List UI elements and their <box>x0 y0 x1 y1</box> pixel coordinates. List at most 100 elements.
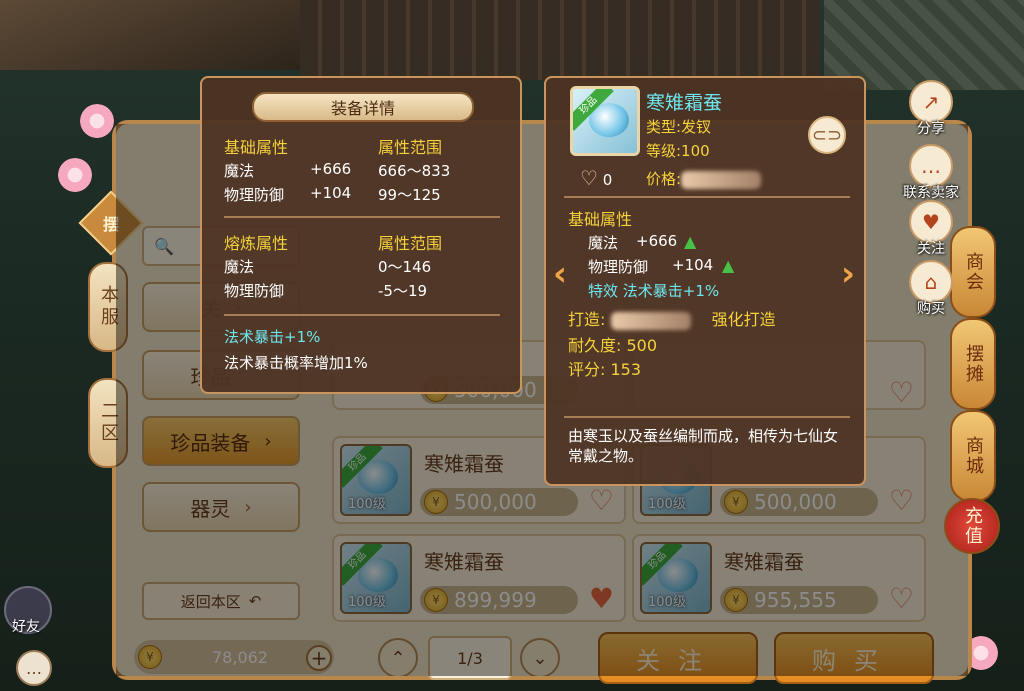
tab-stall[interactable]: 摆摊 <box>950 318 996 410</box>
back-to-zone-button[interactable]: 返回本区 ↶ <box>142 582 300 620</box>
add-currency-button[interactable]: + <box>306 645 332 671</box>
attr-name: 物理防御 <box>224 186 285 204</box>
tab-recharge[interactable]: 充值 <box>944 498 1000 554</box>
chevron-right-icon: › <box>244 496 252 518</box>
forge-row: 打造: 强化打造 <box>568 310 776 330</box>
chevron-right-icon: › <box>840 254 855 294</box>
follow-float-button[interactable]: ♥ 关注 <box>906 200 956 258</box>
chevron-left-icon: ‹ <box>552 254 567 294</box>
page-down-button[interactable]: ⌄ <box>520 638 560 678</box>
base-attr-header: 基础属性 <box>568 210 633 229</box>
buy-button[interactable]: 购买 <box>774 632 934 684</box>
listing-price: ¥ 500,000 <box>420 488 578 516</box>
item-name: 寒雉霜蚕 <box>724 550 804 574</box>
divider <box>224 216 500 218</box>
attr-value: +666 <box>310 160 352 178</box>
item-name: 寒雉霜蚕 <box>646 92 723 114</box>
chevron-down-icon: ⌄ <box>532 647 548 669</box>
attr-range: 0～146 <box>378 258 432 276</box>
blossom-decoration <box>58 158 92 192</box>
coin-icon: ¥ <box>724 490 748 514</box>
blossom-decoration <box>80 104 114 138</box>
heart-icon[interactable]: ♡ <box>889 582 914 615</box>
attr-range: 99～125 <box>378 186 441 204</box>
category-treasure-equipment[interactable]: 珍品装备 › <box>142 416 300 466</box>
listing-price: ¥ 899,999 <box>420 586 578 614</box>
attr-name: 物理防御 <box>588 258 649 276</box>
item-name: 寒雉霜蚕 <box>424 452 504 476</box>
back-label: 返回本区 <box>180 592 241 611</box>
equipment-detail-tooltip: 装备详情 基础属性 属性范围 魔法 +666 666～833 物理防御 +104… <box>200 76 522 394</box>
listing-price: ¥ 955,555 <box>720 586 878 614</box>
coin-icon: ¥ <box>424 490 448 514</box>
blurred-value <box>610 311 691 330</box>
attr-name: 物理防御 <box>224 282 285 300</box>
item-level: 100级 <box>348 595 386 610</box>
attr-name: 魔法 <box>224 258 255 276</box>
heart-icon[interactable]: ♥ <box>589 582 614 615</box>
page-indicator: 1/3 <box>428 636 512 680</box>
item-level: 等级:100 <box>646 142 710 160</box>
divider <box>564 416 850 418</box>
heart-icon: ♡ <box>580 166 598 190</box>
category-label: 器灵 <box>190 496 231 521</box>
listing-card[interactable]: 珍品 100级 寒雉霜蚕 ¥ 955,555 ♡ <box>632 534 926 622</box>
listing-card[interactable]: 珍品 100级 寒雉霜蚕 ¥ 899,999 ♥ <box>332 534 626 622</box>
arrow-up-icon: ▲ <box>684 232 697 251</box>
coin-icon: ¥ <box>138 645 162 669</box>
page-up-button[interactable]: ⌃ <box>378 638 418 678</box>
item-level: 100级 <box>648 497 686 512</box>
durability: 耐久度: 500 <box>568 336 658 355</box>
building-scenery <box>300 0 820 80</box>
heart-icon[interactable]: ♡ <box>889 484 914 517</box>
item-tooltip: 珍品 寒雉霜蚕 类型:发钗 等级:100 ♡ 0 价格: ⊂⊃ 基础属性 魔法 … <box>544 76 866 486</box>
attr-range: 666～833 <box>378 162 451 180</box>
item-price: 价格: <box>646 168 762 189</box>
like-count[interactable]: ♡ 0 <box>580 166 612 190</box>
base-attr-header: 基础属性 <box>224 138 289 157</box>
listing-price: ¥ 500,000 <box>720 488 878 516</box>
category-spirit[interactable]: 器灵 › <box>142 482 300 532</box>
buy-float-button[interactable]: ⌂ 购买 <box>906 260 956 318</box>
roof-scenery <box>0 0 300 70</box>
range-header: 属性范围 <box>378 138 443 157</box>
share-button[interactable]: ↗ 分享 <box>906 80 956 138</box>
range-header: 属性范围 <box>378 234 443 253</box>
chat-button[interactable]: … <box>16 650 52 686</box>
arrow-up-icon: ▲ <box>722 256 735 275</box>
coin-icon: ¥ <box>424 588 448 612</box>
contact-seller-button[interactable]: … 联系卖家 <box>903 144 959 202</box>
attr-value: +666 <box>636 232 678 250</box>
chat-bubble-icon: … <box>26 658 42 678</box>
tab-server[interactable]: 本服 <box>88 262 128 352</box>
item-name: 寒雉霜蚕 <box>424 550 504 574</box>
tooltip-title: 装备详情 <box>252 92 474 122</box>
friends-label: 好友 <box>12 619 40 635</box>
follow-button[interactable]: 关注 <box>598 632 758 684</box>
return-arrow-icon: ↶ <box>248 592 262 610</box>
next-item-arrow[interactable]: › <box>836 254 860 294</box>
attr-name: 魔法 <box>224 162 255 180</box>
heart-icon[interactable]: ♡ <box>589 484 614 517</box>
item-description: 由寒玉以及蚕丝编制而成，相传为七仙女常戴之物。 <box>568 427 839 465</box>
item-type: 类型:发钗 <box>646 118 712 136</box>
tab-zone2[interactable]: 二区 <box>88 378 128 468</box>
blurred-value <box>681 170 762 189</box>
link-icon: ⊂⊃ <box>811 124 843 146</box>
heart-icon[interactable]: ♡ <box>889 376 914 409</box>
attr-name: 魔法 <box>588 234 619 252</box>
attr-value: +104 <box>310 184 352 202</box>
search-icon: 🔍 <box>154 236 174 256</box>
tab-chamber[interactable]: 商会 <box>950 226 996 318</box>
item-level: 100级 <box>648 595 686 610</box>
effect-description: 法术暴击概率增加1% <box>224 354 368 372</box>
coin-icon: ¥ <box>724 588 748 612</box>
divider <box>224 314 500 316</box>
chevron-right-icon: › <box>264 430 272 452</box>
divider <box>564 196 850 198</box>
prev-item-arrow[interactable]: ‹ <box>548 254 572 294</box>
link-button[interactable]: ⊂⊃ <box>808 116 846 154</box>
attr-range: -5～19 <box>378 282 428 300</box>
friends-button[interactable]: 好友 <box>4 586 52 635</box>
tab-mall[interactable]: 商城 <box>950 410 996 502</box>
